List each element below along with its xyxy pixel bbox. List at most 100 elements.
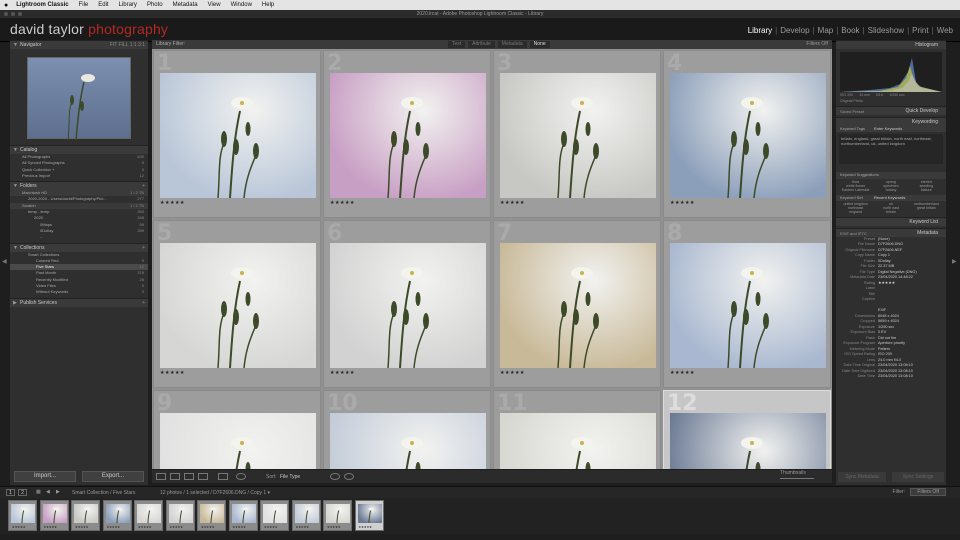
filmstrip-thumbnail[interactable]: ★★★★★ xyxy=(228,500,258,531)
secondary-window-button[interactable]: 2 xyxy=(18,489,27,496)
keyword-chip[interactable]: Nature xyxy=(910,188,943,192)
sync-settings-button[interactable]: Sync Settings xyxy=(892,472,944,482)
module-develop[interactable]: Develop xyxy=(777,26,812,35)
apple-icon[interactable]: ● xyxy=(4,2,8,9)
keyword-chip[interactable]: britain xyxy=(874,210,907,214)
star-rating[interactable]: ★★★★★ xyxy=(500,370,525,376)
keywording-header[interactable]: Keywording xyxy=(836,117,946,126)
photo-thumbnail[interactable] xyxy=(500,243,656,368)
filmstrip-filter-select[interactable]: Filters Off xyxy=(910,488,946,496)
grid-view-icon[interactable] xyxy=(156,473,166,480)
add-publish-icon[interactable]: + xyxy=(142,299,145,308)
import-button[interactable]: Import... xyxy=(14,471,76,482)
photo-thumbnail[interactable] xyxy=(330,73,486,198)
grid-cell[interactable]: 7 ★★★★★ xyxy=(493,220,661,388)
menu-file[interactable]: File xyxy=(79,2,89,8)
photo-thumbnail[interactable] xyxy=(670,73,826,198)
filmstrip-thumbnail[interactable]: ★★★★★ xyxy=(354,500,384,531)
grid-cell[interactable]: 11 xyxy=(493,390,661,469)
star-rating[interactable]: ★★★★★ xyxy=(160,370,185,376)
grid-cell[interactable]: 3 ★★★★★ xyxy=(493,50,661,218)
filmstrip-thumbnail[interactable]: ★★★★★ xyxy=(8,500,37,531)
filmstrip-thumbnail[interactable]: ★★★★★ xyxy=(71,500,100,531)
grid-cell[interactable]: 5 ★★★★★ xyxy=(153,220,321,388)
primary-window-button[interactable]: 1 xyxy=(6,489,15,496)
metadata-header[interactable]: EXIF and IPTC Metadata xyxy=(836,227,946,238)
zoom-window-button[interactable] xyxy=(18,12,22,16)
grid-cell[interactable]: 4 ★★★★★ xyxy=(663,50,831,218)
rotate-left-icon[interactable] xyxy=(330,473,340,480)
menu-lightroom[interactable]: Lightroom Classic xyxy=(16,2,68,8)
grid-cell[interactable]: 9 xyxy=(153,390,321,469)
filmstrip-thumbnail[interactable]: ★★★★★ xyxy=(102,500,132,531)
sort-select[interactable]: File Type xyxy=(280,474,300,480)
module-map[interactable]: Map xyxy=(815,26,837,35)
folder-row[interactable]: ... xyxy=(10,234,148,240)
collection-row[interactable]: Without Keywords 4 xyxy=(10,289,148,295)
catalog-item[interactable]: Previous Import 12 xyxy=(10,173,148,179)
filmstrip-thumbnail[interactable]: ★★★★★ xyxy=(134,500,163,531)
star-rating[interactable]: ★★★★★ xyxy=(670,370,695,376)
star-rating[interactable]: ★★★★★ xyxy=(330,200,355,206)
filmstrip-thumbnail[interactable]: ★★★★★ xyxy=(39,500,69,531)
photo-thumbnail[interactable] xyxy=(160,73,316,198)
photo-thumbnail[interactable] xyxy=(670,413,826,469)
photo-thumbnail[interactable] xyxy=(500,413,656,469)
star-rating[interactable]: ★★★★★ xyxy=(160,200,185,206)
filter-tab-attribute[interactable]: Attribute xyxy=(468,41,495,48)
compare-view-icon[interactable] xyxy=(184,473,194,480)
forward-arrow-icon[interactable]: ▶ xyxy=(56,489,60,495)
sync-metadata-button[interactable]: Sync Metadata xyxy=(838,472,886,482)
metadata-row[interactable]: Date Time 23/04/2020 13:08:10 xyxy=(836,374,946,380)
keyword-suggestions-header[interactable]: Keyword Suggestions xyxy=(836,172,946,179)
folders-header[interactable]: ▼ Folders + xyxy=(10,181,148,191)
loupe-view-icon[interactable] xyxy=(170,473,180,480)
export-button[interactable]: Export... xyxy=(82,471,144,482)
navigator-zoom-options[interactable]: FIT FILL 1:1 3:1 xyxy=(110,41,145,50)
menu-edit[interactable]: Edit xyxy=(98,2,108,8)
star-rating[interactable]: ★★★★★ xyxy=(330,370,355,376)
filter-presets-select[interactable]: Filters Off xyxy=(806,40,828,49)
grid-cell[interactable]: 10 xyxy=(323,390,491,469)
photo-thumbnail[interactable] xyxy=(500,73,656,198)
filmstrip-source-path[interactable]: Smart Collection / Five Stars xyxy=(72,490,135,496)
photo-thumbnail[interactable] xyxy=(160,243,316,368)
filmstrip-thumbnail[interactable]: ★★★★★ xyxy=(197,500,226,531)
star-rating[interactable]: ★★★★★ xyxy=(670,200,695,206)
menu-photo[interactable]: Photo xyxy=(147,2,163,8)
left-panel-toggle-icon[interactable]: ◀ xyxy=(2,258,7,265)
keyword-list-header[interactable]: Keyword List xyxy=(836,216,946,226)
grid-nav-icon[interactable]: ▦ xyxy=(36,489,41,495)
filter-tab-metadata[interactable]: Metadata xyxy=(497,41,527,48)
module-book[interactable]: Book xyxy=(838,26,862,35)
grid-cell[interactable]: 6 ★★★★★ xyxy=(323,220,491,388)
collections-header[interactable]: ▼ Collections + xyxy=(10,242,148,252)
menu-view[interactable]: View xyxy=(208,2,221,8)
photo-thumbnail[interactable] xyxy=(330,413,486,469)
grid-cell[interactable]: 8 ★★★★★ xyxy=(663,220,831,388)
filmstrip-thumbnail[interactable]: ★★★★★ xyxy=(291,500,321,531)
menu-library[interactable]: Library xyxy=(119,2,137,8)
menu-metadata[interactable]: Metadata xyxy=(173,2,198,8)
back-arrow-icon[interactable]: ◀ xyxy=(46,489,50,495)
metadata-view-select[interactable]: EXIF and IPTC xyxy=(840,229,867,238)
catalog-header[interactable]: ▼ Catalog xyxy=(10,145,148,154)
keyword-tags-row[interactable]: Keyword Tags Enter Keywords xyxy=(836,126,946,133)
star-rating[interactable]: ★★★★★ xyxy=(500,200,525,206)
grid-cell[interactable]: 2 ★★★★★ xyxy=(323,50,491,218)
keyword-chip[interactable]: botany xyxy=(874,188,907,192)
thumbnail-size-slider[interactable] xyxy=(780,478,814,479)
filter-tab-none[interactable]: None xyxy=(529,41,550,48)
module-web[interactable]: Web xyxy=(934,26,956,35)
filter-tab-text[interactable]: Text xyxy=(448,41,466,48)
filmstrip-thumbnail[interactable]: ★★★★★ xyxy=(165,500,195,531)
keyword-chip[interactable]: Eastern Lakeside xyxy=(839,188,872,192)
right-panel-toggle-icon[interactable]: ▶ xyxy=(952,258,957,265)
keyword-chip[interactable] xyxy=(910,210,943,214)
original-photo-toggle[interactable]: Original Photo xyxy=(836,98,946,104)
keyword-set-row[interactable]: Keyword Set Recent Keywords xyxy=(836,194,946,201)
histogram-header[interactable]: Histogram xyxy=(836,40,946,49)
grid-cell[interactable]: 12 xyxy=(663,390,831,469)
painter-icon[interactable] xyxy=(236,473,246,480)
photo-thumbnail[interactable] xyxy=(670,243,826,368)
